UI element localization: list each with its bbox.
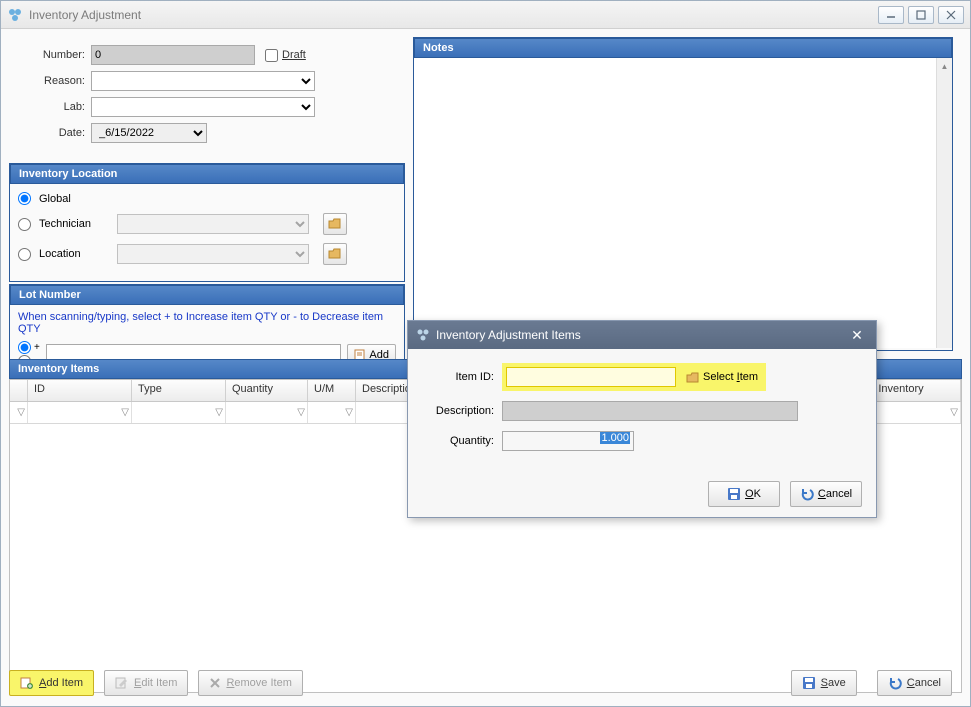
edit-item-button[interactable]: Edit Item (104, 670, 188, 696)
folder-icon (328, 247, 342, 261)
dialog-cancel-button[interactable]: Cancel (790, 481, 862, 507)
quantity-value: 1.000 (600, 432, 630, 444)
technician-label: Technician (39, 218, 109, 230)
plus-label: + (34, 342, 40, 353)
new-document-icon (20, 677, 34, 689)
number-label: Number: (17, 49, 85, 61)
lot-hint: When scanning/typing, select + to Increa… (18, 311, 396, 335)
folder-icon (686, 371, 700, 383)
description-label: Description: (426, 405, 494, 417)
col-header-quantity[interactable]: Quantity (226, 380, 308, 401)
select-item-button[interactable]: Select Item (682, 370, 762, 384)
folder-icon (328, 217, 342, 231)
col-header-blank[interactable] (10, 380, 28, 401)
notes-title: Notes (414, 38, 952, 58)
date-select[interactable]: _6/15/2022 (91, 123, 207, 143)
dialog-title: Inventory Adjustment Items (436, 328, 581, 342)
save-icon (802, 676, 816, 690)
item-id-highlight: Select Item (502, 363, 766, 391)
lab-select[interactable] (91, 97, 315, 117)
dialog-titlebar[interactable]: Inventory Adjustment Items ✕ (408, 321, 876, 349)
lot-number-title: Lot Number (10, 285, 404, 305)
filter-um[interactable]: ▽ (308, 402, 356, 423)
date-label: Date: (17, 127, 85, 139)
draft-checkbox-input[interactable] (265, 49, 278, 62)
dialog-close-button[interactable]: ✕ (846, 325, 868, 345)
technician-select[interactable] (117, 214, 309, 234)
edit-icon (115, 677, 129, 689)
app-icon (7, 7, 23, 23)
add-item-button[interactable]: Add Item (9, 670, 94, 696)
cancel-button[interactable]: Cancel (877, 670, 952, 696)
location-lookup-button[interactable] (323, 243, 347, 265)
titlebar[interactable]: Inventory Adjustment (1, 1, 970, 29)
save-icon (727, 487, 741, 501)
dialog-ok-button[interactable]: OK (708, 481, 780, 507)
location-select[interactable] (117, 244, 309, 264)
filter-id[interactable]: ▽ (28, 402, 132, 423)
scroll-up-icon[interactable]: ▲ (937, 58, 952, 74)
maximize-button[interactable] (908, 6, 934, 24)
technician-radio[interactable] (18, 218, 31, 231)
filter-icon[interactable]: ▽ (10, 402, 28, 423)
col-header-um[interactable]: U/M (308, 380, 356, 401)
location-radio[interactable] (18, 248, 31, 261)
cancel-label: ancel (915, 677, 941, 689)
delete-icon (209, 677, 221, 689)
plus-radio-row[interactable]: + (18, 341, 40, 354)
notes-panel: Notes ▲ (413, 37, 953, 351)
add-item-label: dd Item (46, 677, 83, 689)
footer-toolbar: Add Item Edit Item Remove Item Save Canc… (9, 668, 962, 698)
inventory-location-title: Inventory Location (10, 164, 404, 184)
save-button[interactable]: Save (791, 670, 857, 696)
draft-checkbox[interactable]: Draft (265, 49, 333, 62)
window-title: Inventory Adjustment (29, 8, 878, 22)
notes-scrollbar[interactable]: ▲ (936, 58, 952, 348)
save-label: ave (828, 677, 846, 689)
global-radio[interactable] (18, 192, 31, 205)
technician-lookup-button[interactable] (323, 213, 347, 235)
quantity-label: Quantity: (426, 435, 494, 447)
header-form: Number: Draft Reason: Lab: Date: _6/15/2… (9, 37, 403, 161)
dialog-icon (416, 328, 430, 342)
undo-icon (800, 487, 814, 501)
filter-type[interactable]: ▽ (132, 402, 226, 423)
reason-label: Reason: (17, 75, 85, 87)
inventory-adjustment-items-dialog: Inventory Adjustment Items ✕ Item ID: Se… (407, 320, 877, 518)
lab-label: Lab: (17, 101, 85, 113)
item-id-label: Item ID: (426, 371, 494, 383)
edit-item-label: dit Item (141, 677, 177, 689)
close-button[interactable] (938, 6, 964, 24)
plus-radio[interactable] (18, 341, 31, 354)
number-input[interactable] (91, 45, 255, 65)
reason-select[interactable] (91, 71, 315, 91)
global-label: Global (39, 193, 109, 205)
notes-textarea[interactable]: ▲ (414, 58, 952, 348)
inventory-location-panel: Inventory Location Global Technician Lo (9, 163, 405, 282)
undo-icon (888, 676, 902, 690)
location-label: Location (39, 248, 109, 260)
minimize-button[interactable] (878, 6, 904, 24)
main-window: Inventory Adjustment Number: Draft Reaso… (0, 0, 971, 707)
remove-item-button[interactable]: Remove Item (198, 670, 302, 696)
col-header-id[interactable]: ID (28, 380, 132, 401)
description-input (502, 401, 798, 421)
col-header-type[interactable]: Type (132, 380, 226, 401)
draft-label: Draft (282, 49, 306, 61)
item-id-input[interactable] (506, 367, 676, 387)
quantity-input[interactable]: 1.000 (502, 431, 634, 451)
filter-quantity[interactable]: ▽ (226, 402, 308, 423)
remove-item-label: emove Item (234, 677, 291, 689)
